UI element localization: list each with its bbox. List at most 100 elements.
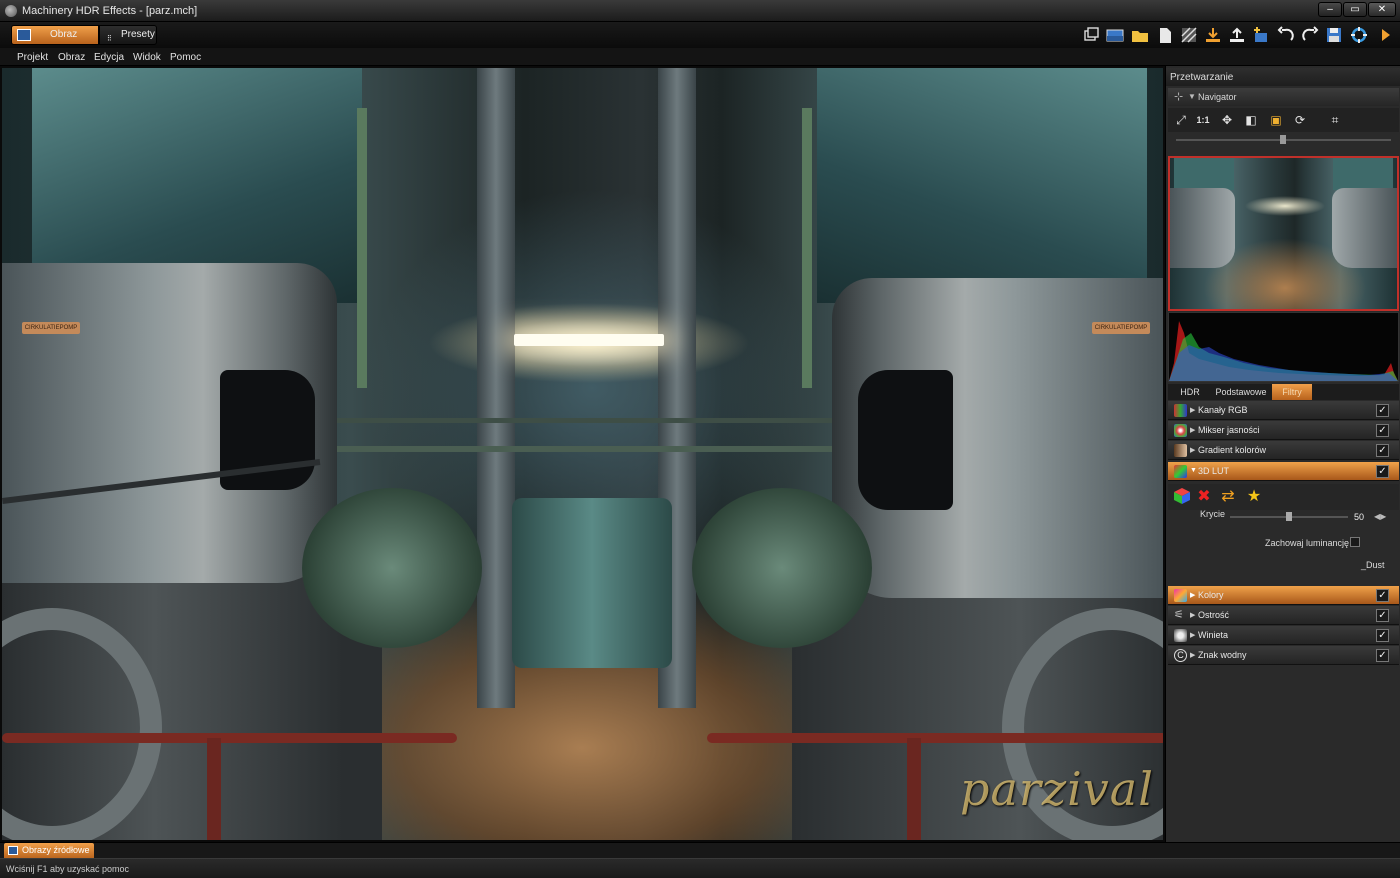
tab-filtry[interactable]: Filtry (1272, 384, 1312, 400)
folder-open-icon[interactable] (1131, 26, 1149, 44)
filter-row-winieta[interactable]: ▶ Winieta ✓ (1168, 626, 1399, 645)
lut-name[interactable]: _Dust (1361, 560, 1385, 570)
menu-obraz[interactable]: Obraz (58, 52, 85, 63)
filter-row-kanaly-rgb[interactable]: ▶ Kanały RGB ✓ (1168, 401, 1399, 420)
menu-bar: Projekt Obraz Edycja Widok Pomoc (0, 48, 1400, 66)
filter-enable-checkbox[interactable]: ✓ (1376, 404, 1389, 417)
zoom-slider-thumb[interactable] (1280, 135, 1286, 144)
grid-icon: ⁝⁝ (107, 33, 112, 43)
pipe (357, 108, 367, 388)
panel-title: Przetwarzanie (1170, 72, 1234, 83)
tab-presety[interactable]: ⁝⁝ Presety (99, 25, 157, 45)
railing-post (207, 738, 221, 840)
image-icon[interactable] (1106, 26, 1124, 44)
tab-label: Presety (121, 29, 155, 40)
split-view-icon[interactable]: ◧ (1242, 112, 1260, 128)
navigator-preview[interactable] (1168, 156, 1399, 311)
zoom-1to1-button[interactable]: 1:1 (1194, 112, 1212, 128)
pan-icon[interactable]: ✥ (1218, 112, 1236, 128)
swap-icon[interactable]: ⇄ (1218, 487, 1238, 507)
filter-row-mikser-jasnosci[interactable]: ▶ Mikser jasności ✓ (1168, 421, 1399, 440)
histogram (1168, 312, 1399, 382)
tab-podstawowe[interactable]: Podstawowe (1212, 384, 1270, 400)
frame-icon[interactable]: ▣ (1267, 112, 1285, 128)
pump-flange (692, 488, 872, 648)
lut-toolbar: ✖ ⇄ ★ (1168, 484, 1399, 510)
chevron-right-icon: ▶ (1190, 592, 1196, 599)
save-icon[interactable] (1325, 26, 1343, 44)
crop-icon[interactable]: ⌗ (1326, 112, 1344, 128)
hdr-photo[interactable]: CIRKULATIEPOMP CIRKULATIEPOMP parzival (2, 68, 1163, 840)
navigator-header[interactable]: ⊹ ▼ Navigator (1168, 88, 1399, 106)
play-icon[interactable] (1377, 26, 1395, 44)
railing (707, 733, 1163, 743)
delete-icon[interactable]: ✖ (1194, 487, 1214, 507)
cube-icon (1174, 465, 1187, 478)
tab-obraz[interactable]: Obraz (11, 25, 99, 45)
filter-row-znak-wodny[interactable]: C ▶ Znak wodny ✓ (1168, 646, 1399, 665)
railing (2, 733, 457, 743)
chevron-right-icon: ▶ (1190, 612, 1196, 619)
preserve-luminance-checkbox[interactable] (1350, 537, 1360, 547)
maximize-button[interactable]: ▭ (1343, 2, 1367, 17)
filter-enable-checkbox[interactable]: ✓ (1376, 589, 1389, 602)
add-icon[interactable] (1252, 26, 1270, 44)
menu-widok[interactable]: Widok (133, 52, 161, 63)
filter-label: Kolory (1198, 590, 1224, 600)
menu-pomoc[interactable]: Pomoc (170, 52, 201, 63)
batch-icon[interactable] (1180, 26, 1198, 44)
filter-row-ostrosc[interactable]: ⚟ ▶ Ostrość ✓ (1168, 606, 1399, 625)
opacity-spin-icon[interactable]: ◀▶ (1374, 512, 1386, 521)
filter-row-gradient-kolorow[interactable]: ▶ Gradient kolorów ✓ (1168, 441, 1399, 460)
panel-header: Przetwarzanie (1166, 68, 1400, 86)
pipe (322, 446, 842, 452)
hopper (817, 68, 1147, 303)
filter-label: Gradient kolorów (1198, 445, 1267, 455)
chevron-down-icon: ▼ (1188, 92, 1196, 101)
image-icon (17, 29, 31, 41)
minimize-button[interactable]: – (1318, 2, 1342, 17)
name-plate: CIRKULATIEPOMP (1092, 322, 1150, 334)
processing-panel: Przetwarzanie ⊹ ▼ Navigator ⤢ 1:1 ✥ ◧ ▣ … (1165, 66, 1400, 842)
pin-icon: ⊹ (1174, 91, 1184, 103)
windows-icon[interactable] (1082, 26, 1100, 44)
pipe (802, 108, 812, 388)
menu-projekt[interactable]: Projekt (17, 52, 48, 63)
filter-enable-checkbox[interactable]: ✓ (1376, 465, 1389, 478)
undo-icon[interactable] (1277, 26, 1295, 44)
rgb-channels-icon (1174, 404, 1187, 417)
opacity-slider-thumb[interactable] (1286, 512, 1292, 521)
redo-icon[interactable] (1301, 26, 1319, 44)
app-icon (5, 5, 17, 17)
tab-hdr[interactable]: HDR (1170, 384, 1210, 400)
filter-row-3d-lut[interactable]: ▼ 3D LUT ✓ (1168, 462, 1399, 481)
filter-enable-checkbox[interactable]: ✓ (1376, 649, 1389, 662)
name-plate: CIRKULATIEPOMP (22, 322, 80, 334)
filter-enable-checkbox[interactable]: ✓ (1376, 444, 1389, 457)
filter-label: Ostrość (1198, 610, 1230, 620)
chevron-right-icon: ▶ (1190, 447, 1196, 454)
lut-cube-icon[interactable] (1172, 487, 1192, 507)
color-wheel-icon (1174, 424, 1187, 437)
upload-icon[interactable] (1228, 26, 1246, 44)
image-icon (8, 846, 18, 855)
fit-icon[interactable]: ⤢ (1172, 112, 1190, 128)
image-canvas[interactable]: CIRKULATIEPOMP CIRKULATIEPOMP parzival (0, 66, 1165, 842)
menu-edycja[interactable]: Edycja (94, 52, 124, 63)
opacity-value[interactable]: 50 (1354, 512, 1364, 522)
star-icon[interactable]: ★ (1244, 487, 1264, 507)
vignette-icon (1174, 629, 1187, 642)
new-file-icon[interactable] (1156, 26, 1174, 44)
close-button[interactable]: ✕ (1368, 2, 1396, 17)
chevron-right-icon: ▶ (1190, 632, 1196, 639)
refresh-icon[interactable]: ⟳ (1291, 112, 1309, 128)
filter-enable-checkbox[interactable]: ✓ (1376, 424, 1389, 437)
filter-label: Mikser jasności (1198, 425, 1260, 435)
settings-icon[interactable] (1350, 26, 1368, 44)
filter-enable-checkbox[interactable]: ✓ (1376, 609, 1389, 622)
filter-row-kolory[interactable]: ▶ Kolory ✓ (1168, 586, 1399, 605)
railing-post (907, 738, 921, 840)
filter-enable-checkbox[interactable]: ✓ (1376, 629, 1389, 642)
tab-source-images[interactable]: Obrazy źródłowe (4, 843, 94, 859)
download-icon[interactable] (1204, 26, 1222, 44)
